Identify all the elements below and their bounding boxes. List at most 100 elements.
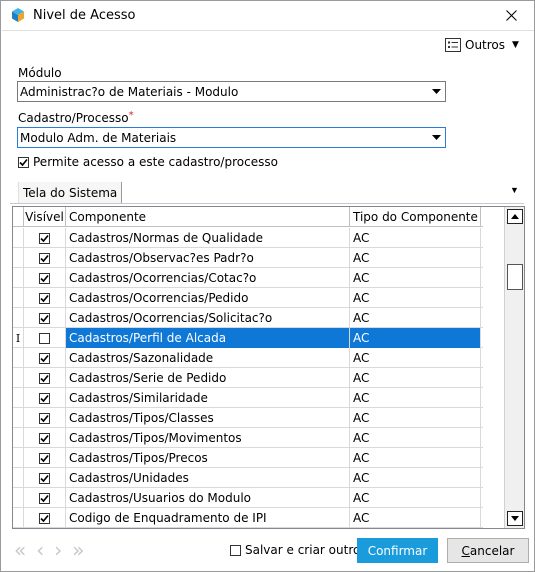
row-indicator	[13, 508, 24, 528]
checkbox-checked-icon[interactable]	[39, 232, 50, 244]
componente-cell: Cadastros/Observac?es Padr?o	[66, 248, 350, 268]
scrollbar-thumb[interactable]	[507, 264, 523, 290]
list-icon	[445, 38, 461, 52]
table-row[interactable]: Cadastros/Tipos/Precos AC	[13, 448, 483, 468]
tipo-componente-cell: AC	[350, 228, 481, 248]
salvar-criar-outro-label: Salvar e criar outro	[245, 543, 361, 557]
componentes-grid: Visível Componente Tipo do Componente Ca…	[12, 206, 525, 529]
tipo-componente-cell: AC	[350, 468, 481, 488]
table-row[interactable]: Cadastros/Ocorrencias/Solicitac?o AC	[13, 308, 483, 328]
table-row[interactable]: Cadastros/Sazonalidade AC	[13, 348, 483, 368]
checkbox-checked-icon[interactable]	[39, 352, 50, 364]
column-header-tipo[interactable]: Tipo do Componente	[350, 207, 481, 227]
checkbox-checked-icon[interactable]	[39, 432, 50, 444]
visivel-cell	[24, 248, 66, 268]
next-record-icon[interactable]: ›	[54, 540, 62, 560]
tipo-componente-cell: AC	[350, 268, 481, 288]
tipo-componente-cell: AC	[350, 288, 481, 308]
checkbox-checked-icon[interactable]	[39, 512, 50, 524]
previous-record-icon[interactable]: ‹	[36, 540, 44, 560]
componente-cell: Codigo de Enquadramento de IPI	[66, 508, 350, 528]
row-indicator	[13, 388, 24, 408]
table-row[interactable]: Codigo de Enquadramento de IPI AC	[13, 508, 483, 528]
chevron-up-icon	[511, 214, 519, 219]
app-logo-icon	[11, 8, 25, 22]
row-indicator	[13, 228, 24, 248]
row-indicator	[13, 428, 24, 448]
row-indicator	[13, 468, 24, 488]
permite-acesso-checkbox[interactable]: Permite acesso a este cadastro/processo	[18, 155, 278, 169]
checkbox-checked-icon[interactable]	[39, 452, 50, 464]
tab-divider	[10, 203, 524, 204]
row-indicator	[13, 288, 24, 308]
close-button[interactable]	[488, 1, 534, 29]
checkbox-checked-icon[interactable]	[18, 156, 29, 168]
checkbox-checked-icon[interactable]	[39, 292, 50, 304]
visivel-cell	[24, 388, 66, 408]
visivel-cell	[24, 368, 66, 388]
modulo-select[interactable]: Administrac?o de Materiais - Modulo	[17, 81, 446, 102]
permite-acesso-label: Permite acesso a este cadastro/processo	[33, 155, 278, 169]
row-indicator	[13, 308, 24, 328]
table-row[interactable]: Cadastros/Similaridade AC	[13, 388, 483, 408]
table-row[interactable]: Cadastros/Normas de Qualidade AC	[13, 228, 483, 248]
tipo-componente-cell: AC	[350, 388, 481, 408]
last-record-icon[interactable]: »	[72, 540, 84, 560]
dropdown-arrow-icon[interactable]	[427, 82, 445, 101]
dialog-window: Nivel de Acesso Outros ▼ Módulo Administ…	[0, 0, 535, 572]
visivel-cell	[24, 408, 66, 428]
vertical-scrollbar[interactable]	[504, 207, 524, 528]
table-row[interactable]: Cadastros/Ocorrencias/Pedido AC	[13, 288, 483, 308]
tipo-componente-cell: AC	[350, 508, 481, 528]
checkbox-unchecked-icon[interactable]	[39, 332, 50, 344]
table-row[interactable]: I Cadastros/Perfil de Alcada AC	[13, 328, 483, 348]
tab-tela-do-sistema[interactable]: Tela do Sistema	[18, 182, 123, 204]
row-indicator	[13, 448, 24, 468]
salvar-criar-outro-checkbox[interactable]: Salvar e criar outro	[230, 543, 360, 557]
visivel-cell	[24, 428, 66, 448]
componente-cell: Cadastros/Tipos/Movimentos	[66, 428, 350, 448]
checkbox-checked-icon[interactable]	[39, 272, 50, 284]
table-row[interactable]: Cadastros/Tipos/Movimentos AC	[13, 428, 483, 448]
checkbox-checked-icon[interactable]	[39, 392, 50, 404]
checkbox-checked-icon[interactable]	[39, 412, 50, 424]
dropdown-arrow-icon[interactable]	[427, 128, 445, 147]
componente-cell: Cadastros/Unidades	[66, 468, 350, 488]
row-indicator	[13, 248, 24, 268]
componente-cell: Cadastros/Similaridade	[66, 388, 350, 408]
checkbox-unchecked-icon[interactable]	[230, 544, 241, 556]
table-row[interactable]: Cadastros/Observac?es Padr?o AC	[13, 248, 483, 268]
componente-cell: Cadastros/Tipos/Classes	[66, 408, 350, 428]
row-indicator-header	[13, 207, 24, 227]
outros-menu-button[interactable]: Outros ▼	[445, 35, 519, 55]
column-header-componente[interactable]: Componente	[66, 207, 350, 227]
checkbox-checked-icon[interactable]	[39, 252, 50, 264]
column-header-visivel[interactable]: Visível	[24, 207, 66, 227]
table-row[interactable]: Cadastros/Ocorrencias/Cotac?o AC	[13, 268, 483, 288]
table-row[interactable]: Cadastros/Serie de Pedido AC	[13, 368, 483, 388]
componente-cell: Cadastros/Normas de Qualidade	[66, 228, 350, 248]
title-bar: Nivel de Acesso	[1, 1, 534, 30]
visivel-cell	[24, 268, 66, 288]
tab-label: Tela do Sistema	[23, 186, 118, 200]
componente-cell: Cadastros/Ocorrencias/Cotac?o	[66, 268, 350, 288]
grid-header: Visível Componente Tipo do Componente	[13, 207, 483, 227]
first-record-icon[interactable]: «	[14, 540, 26, 560]
checkbox-checked-icon[interactable]	[39, 492, 50, 504]
scroll-up-button[interactable]	[507, 209, 523, 224]
cancelar-button[interactable]: Cancelar	[447, 538, 529, 563]
table-row[interactable]: Cadastros/Unidades AC	[13, 468, 483, 488]
row-indicator: I	[13, 328, 24, 348]
scroll-down-button[interactable]	[507, 511, 523, 526]
cancelar-label-rest: ancelar	[469, 543, 515, 558]
table-row[interactable]: Cadastros/Usuarios do Modulo AC	[13, 488, 483, 508]
tab-menu-chevron-icon[interactable]: ▼	[510, 185, 519, 195]
close-icon	[505, 9, 517, 21]
cadastro-select[interactable]: Modulo Adm. de Materiais	[17, 127, 446, 148]
confirmar-button[interactable]: Confirmar	[357, 538, 438, 563]
checkbox-checked-icon[interactable]	[39, 312, 50, 324]
visivel-cell	[24, 508, 66, 528]
table-row[interactable]: Cadastros/Tipos/Classes AC	[13, 408, 483, 428]
checkbox-checked-icon[interactable]	[39, 372, 50, 384]
checkbox-checked-icon[interactable]	[39, 472, 50, 484]
